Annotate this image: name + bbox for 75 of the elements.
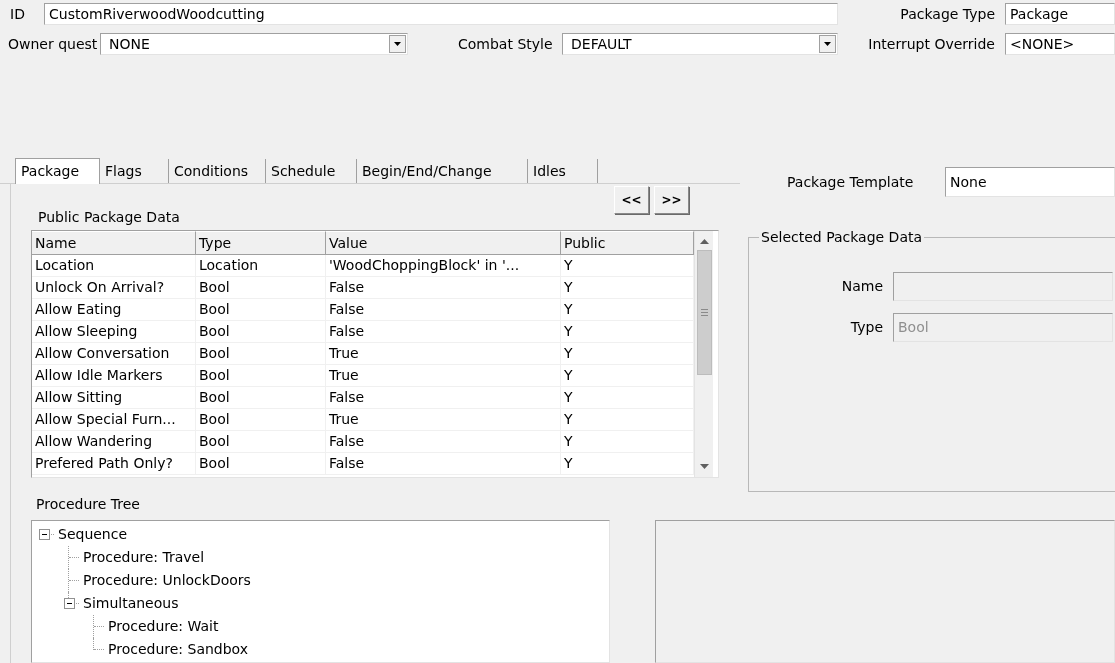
package-type-field[interactable]: Package xyxy=(1005,3,1115,25)
table-cell: Bool xyxy=(196,343,326,364)
table-cell: True xyxy=(326,409,561,430)
table-cell: Bool xyxy=(196,387,326,408)
owner-quest-dropdown[interactable]: NONE xyxy=(100,33,408,55)
field-label: Name xyxy=(840,277,884,296)
table-cell: Allow Eating xyxy=(32,299,196,320)
table-row[interactable]: Allow Conversation Bool True Y xyxy=(32,343,694,365)
tree-item[interactable]: Procedure: Travel xyxy=(83,547,205,568)
table-cell: False xyxy=(326,321,561,342)
table-row[interactable]: Allow Eating Bool False Y xyxy=(32,299,694,321)
table-cell: False xyxy=(326,277,561,298)
table-cell: Allow Wandering xyxy=(32,431,196,452)
table-cell: Bool xyxy=(196,431,326,452)
field-label: Combat Style xyxy=(458,34,554,54)
table-title: Public Package Data xyxy=(38,208,180,227)
forward-button[interactable]: >> xyxy=(654,186,689,214)
scrollbar[interactable] xyxy=(694,231,713,477)
table-cell: Prefered Path Only? xyxy=(32,453,196,474)
table-cell: True xyxy=(326,343,561,364)
table-cell: Bool xyxy=(196,365,326,386)
id-field[interactable]: CustomRiverwoodWoodcutting xyxy=(44,3,838,25)
back-button[interactable]: << xyxy=(614,186,649,214)
table-cell: Bool xyxy=(196,409,326,430)
scroll-down-icon[interactable] xyxy=(699,464,709,469)
tree-item[interactable]: Procedure: Wait xyxy=(108,616,219,637)
table-row[interactable]: Allow Wandering Bool False Y xyxy=(32,431,694,453)
table-cell: False xyxy=(326,431,561,452)
table-cell: Bool xyxy=(196,299,326,320)
table-cell: False xyxy=(326,299,561,320)
table-cell: Allow Sleeping xyxy=(32,321,196,342)
column-header[interactable]: Public xyxy=(561,231,694,255)
table-cell: Location xyxy=(196,255,326,276)
table-cell: False xyxy=(326,453,561,474)
group-title: Selected Package Data xyxy=(760,228,924,247)
collapse-icon[interactable] xyxy=(63,598,75,609)
column-header[interactable]: Value xyxy=(326,231,561,255)
table-cell: Allow Conversation xyxy=(32,343,196,364)
tree-item[interactable]: Procedure: UnlockDoors xyxy=(83,570,251,591)
table-row[interactable]: Location Location 'WoodChoppingBlock' in '... Y xyxy=(32,255,694,277)
table-cell: Bool xyxy=(196,453,326,474)
scroll-up-icon[interactable] xyxy=(699,239,709,244)
table-cell: False xyxy=(326,387,561,408)
tree-item[interactable]: Simultaneous xyxy=(83,593,179,614)
table-row[interactable]: Allow Sleeping Bool False Y xyxy=(32,321,694,343)
tree-item[interactable]: Procedure: Sandbox xyxy=(108,639,249,660)
tree-item[interactable]: Sequence xyxy=(58,524,128,545)
column-header[interactable]: Type xyxy=(196,231,326,255)
field-label: Package Type xyxy=(900,4,995,24)
field-label: Interrupt Override xyxy=(868,34,995,54)
table-cell: 'WoodChoppingBlock' in '... xyxy=(326,255,561,276)
table-row[interactable]: Allow Special Furn... Bool True Y xyxy=(32,409,694,431)
field-label: Owner quest xyxy=(8,34,99,54)
table-cell: Allow Special Furn... xyxy=(32,409,196,430)
table-cell: Unlock On Arrival? xyxy=(32,277,196,298)
combat-style-dropdown[interactable]: DEFAULT xyxy=(562,33,838,55)
package-template-field[interactable]: None xyxy=(945,167,1115,197)
table-cell: True xyxy=(326,365,561,386)
field-label: ID xyxy=(10,4,26,24)
table-cell: Allow Sitting xyxy=(32,387,196,408)
table-cell: Allow Idle Markers xyxy=(32,365,196,386)
table-cell: Bool xyxy=(196,277,326,298)
column-header[interactable]: Name xyxy=(32,231,196,255)
section-title: Procedure Tree xyxy=(36,495,141,514)
table-row[interactable]: Unlock On Arrival? Bool False Y xyxy=(32,277,694,299)
table-row[interactable]: Allow Idle Markers Bool True Y xyxy=(32,365,694,387)
field-label: Package Template xyxy=(787,172,915,192)
field-label: Type xyxy=(849,318,884,337)
collapse-icon[interactable] xyxy=(38,529,50,540)
tab[interactable]: Package xyxy=(15,158,100,184)
table-cell: Bool xyxy=(196,321,326,342)
table-row[interactable]: Prefered Path Only? Bool False Y xyxy=(32,453,694,475)
interrupt-override-field[interactable]: <NONE> xyxy=(1005,33,1115,55)
table-row[interactable]: Allow Sitting Bool False Y xyxy=(32,387,694,409)
table-cell: Location xyxy=(32,255,196,276)
